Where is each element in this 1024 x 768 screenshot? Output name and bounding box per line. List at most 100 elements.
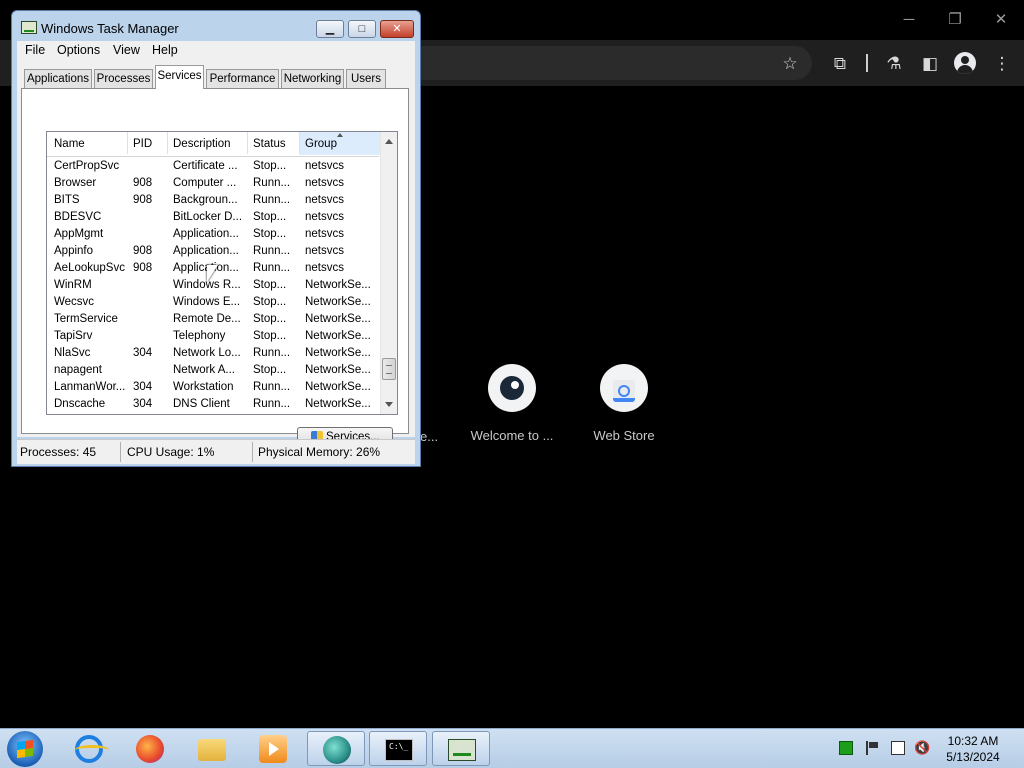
webstore-icon	[613, 380, 635, 402]
table-row[interactable]: Wecsvc Windows E... Stop... NetworkSe...	[47, 294, 379, 311]
cell-name: LanmanWor...	[54, 381, 126, 393]
cell-description: BitLocker D...	[173, 211, 243, 223]
cell-name: Wecsvc	[54, 296, 95, 308]
column-divider[interactable]	[167, 132, 168, 154]
task-manager-icon	[448, 739, 476, 761]
extensions-puzzle-icon[interactable]: ⧉	[828, 52, 852, 76]
cell-description: Network A...	[173, 364, 235, 376]
column-divider[interactable]	[299, 132, 300, 154]
column-header-pid[interactable]: PID	[133, 138, 152, 150]
maximize-button[interactable]: □	[348, 20, 376, 38]
tab-processes[interactable]: Processes	[94, 69, 153, 88]
menu-view[interactable]: View	[113, 43, 140, 57]
table-row[interactable]: AppMgmt Application... Stop... netsvcs	[47, 226, 379, 243]
table-row[interactable]: TermService Remote De... Stop... NetworkSe.…	[47, 311, 379, 328]
cell-status: Runn...	[253, 177, 291, 189]
labs-flask-icon[interactable]: ⚗	[882, 52, 906, 76]
cell-pid: 908	[133, 245, 153, 257]
system-clock[interactable]: 10:32 AM 5/13/2024	[936, 733, 1010, 765]
taskbar-task-manager[interactable]	[432, 731, 490, 766]
cell-status: Stop...	[253, 364, 287, 376]
cell-group: netsvcs	[305, 262, 344, 274]
cell-description: Backgroun...	[173, 194, 238, 206]
cell-status: Runn...	[253, 245, 291, 257]
volume-muted-icon[interactable]: 🔇	[914, 741, 930, 755]
menu-help[interactable]: Help	[152, 43, 178, 57]
cell-description: Application...	[173, 228, 239, 240]
minimize-button[interactable]: ▁	[316, 20, 344, 38]
cell-name: AppMgmt	[54, 228, 104, 240]
cell-description: Certificate ...	[173, 160, 238, 172]
shortcut-steam[interactable]: Welcome to ...	[457, 364, 567, 443]
taskbar-edge[interactable]	[307, 731, 365, 766]
bookmark-star-icon[interactable]: ☆	[778, 52, 802, 76]
start-button[interactable]	[7, 731, 43, 767]
tab-networking[interactable]: Networking	[281, 69, 344, 88]
services-list[interactable]: Name PID Description Status Group CertPr…	[46, 131, 398, 415]
table-row[interactable]: CertPropSvc Certificate ... Stop... netsvcs	[47, 158, 379, 175]
browser-restore-button[interactable]: ❐	[940, 8, 970, 32]
tab-performance[interactable]: Performance	[206, 69, 279, 88]
table-row[interactable]: TapiSrv Telephony Stop... NetworkSe...	[47, 328, 379, 345]
menu-options[interactable]: Options	[57, 43, 100, 57]
cell-group: netsvcs	[305, 211, 344, 223]
table-row[interactable]: Appinfo 908 Application... Runn... netsvcs	[47, 243, 379, 260]
profile-avatar-icon[interactable]	[954, 52, 976, 74]
column-header-name[interactable]: Name	[54, 138, 85, 150]
shortcut-label-partial[interactable]: e...	[420, 429, 438, 444]
cell-description: Network Lo...	[173, 347, 241, 359]
table-row[interactable]: LanmanWor... 304 Workstation Runn... Network…	[47, 379, 379, 396]
table-row[interactable]: Dnscache 304 DNS Client Runn... NetworkSe...	[47, 396, 379, 413]
media-player-icon	[259, 735, 287, 763]
taskbar-internet-explorer[interactable]	[60, 731, 118, 766]
title-bar[interactable]: Windows Task Manager ▁ □ ✕	[12, 11, 420, 41]
cell-status: Runn...	[253, 381, 291, 393]
cell-name: TapiSrv	[54, 330, 93, 342]
address-bar[interactable]	[420, 46, 812, 80]
table-row[interactable]: Browser 908 Computer ... Runn... netsvcs	[47, 175, 379, 192]
tab-users[interactable]: Users	[346, 69, 386, 88]
cell-description: Telephony	[173, 330, 226, 342]
tab-applications[interactable]: Applications	[24, 69, 92, 88]
column-divider[interactable]	[127, 132, 128, 154]
side-panel-icon[interactable]: ◧	[918, 52, 942, 76]
scroll-up-arrow-icon[interactable]	[385, 139, 393, 144]
cell-status: Stop...	[253, 313, 287, 325]
network-icon[interactable]	[891, 741, 905, 755]
cell-name: BDESVC	[54, 211, 102, 223]
browser-minimize-button[interactable]: ─	[894, 8, 924, 32]
menu-file[interactable]: File	[25, 43, 45, 57]
close-button[interactable]: ✕	[380, 20, 414, 38]
table-row[interactable]: NlaSvc 304 Network Lo... Runn... NetworkSe..…	[47, 345, 379, 362]
column-header-status[interactable]: Status	[253, 138, 286, 150]
shortcut-web-store[interactable]: Web Store	[569, 364, 679, 443]
table-row[interactable]: napagent Network A... Stop... NetworkSe...	[47, 362, 379, 379]
taskbar-file-explorer[interactable]	[183, 731, 241, 766]
column-header-group[interactable]: Group	[305, 138, 337, 150]
taskbar-firefox[interactable]	[121, 731, 179, 766]
menu-bar: File Options View Help	[17, 41, 415, 61]
column-header-description[interactable]: Description	[173, 138, 231, 150]
cell-status: Stop...	[253, 228, 287, 240]
cell-group: NetworkSe...	[305, 364, 371, 376]
table-row[interactable]: BITS 908 Backgroun... Runn... netsvcs	[47, 192, 379, 209]
cell-status: Runn...	[253, 194, 291, 206]
tab-services[interactable]: Services	[155, 65, 204, 89]
column-divider[interactable]	[247, 132, 248, 154]
scrollbar-thumb[interactable]	[382, 358, 396, 380]
taskbar-media-player[interactable]	[244, 731, 302, 766]
vertical-scrollbar[interactable]	[380, 132, 397, 414]
browser-close-button[interactable]: ✕	[986, 8, 1016, 32]
cell-status: Runn...	[253, 398, 291, 410]
taskbar-command-prompt[interactable]	[369, 731, 427, 766]
cell-group: NetworkSe...	[305, 296, 371, 308]
browser-menu-icon[interactable]: ⋮	[990, 52, 1014, 76]
scroll-down-arrow-icon[interactable]	[385, 402, 393, 407]
taskbar: 🔇 10:32 AM 5/13/2024	[0, 728, 1024, 768]
service-rows: CertPropSvc Certificate ... Stop... netsvcs…	[47, 158, 379, 413]
task-manager-body: Applications Processes Performance Netwo…	[17, 61, 415, 448]
cell-status: Runn...	[253, 347, 291, 359]
action-center-flag-icon[interactable]	[866, 741, 880, 755]
table-row[interactable]: BDESVC BitLocker D... Stop... netsvcs	[47, 209, 379, 226]
tray-status-icon[interactable]	[839, 741, 853, 755]
